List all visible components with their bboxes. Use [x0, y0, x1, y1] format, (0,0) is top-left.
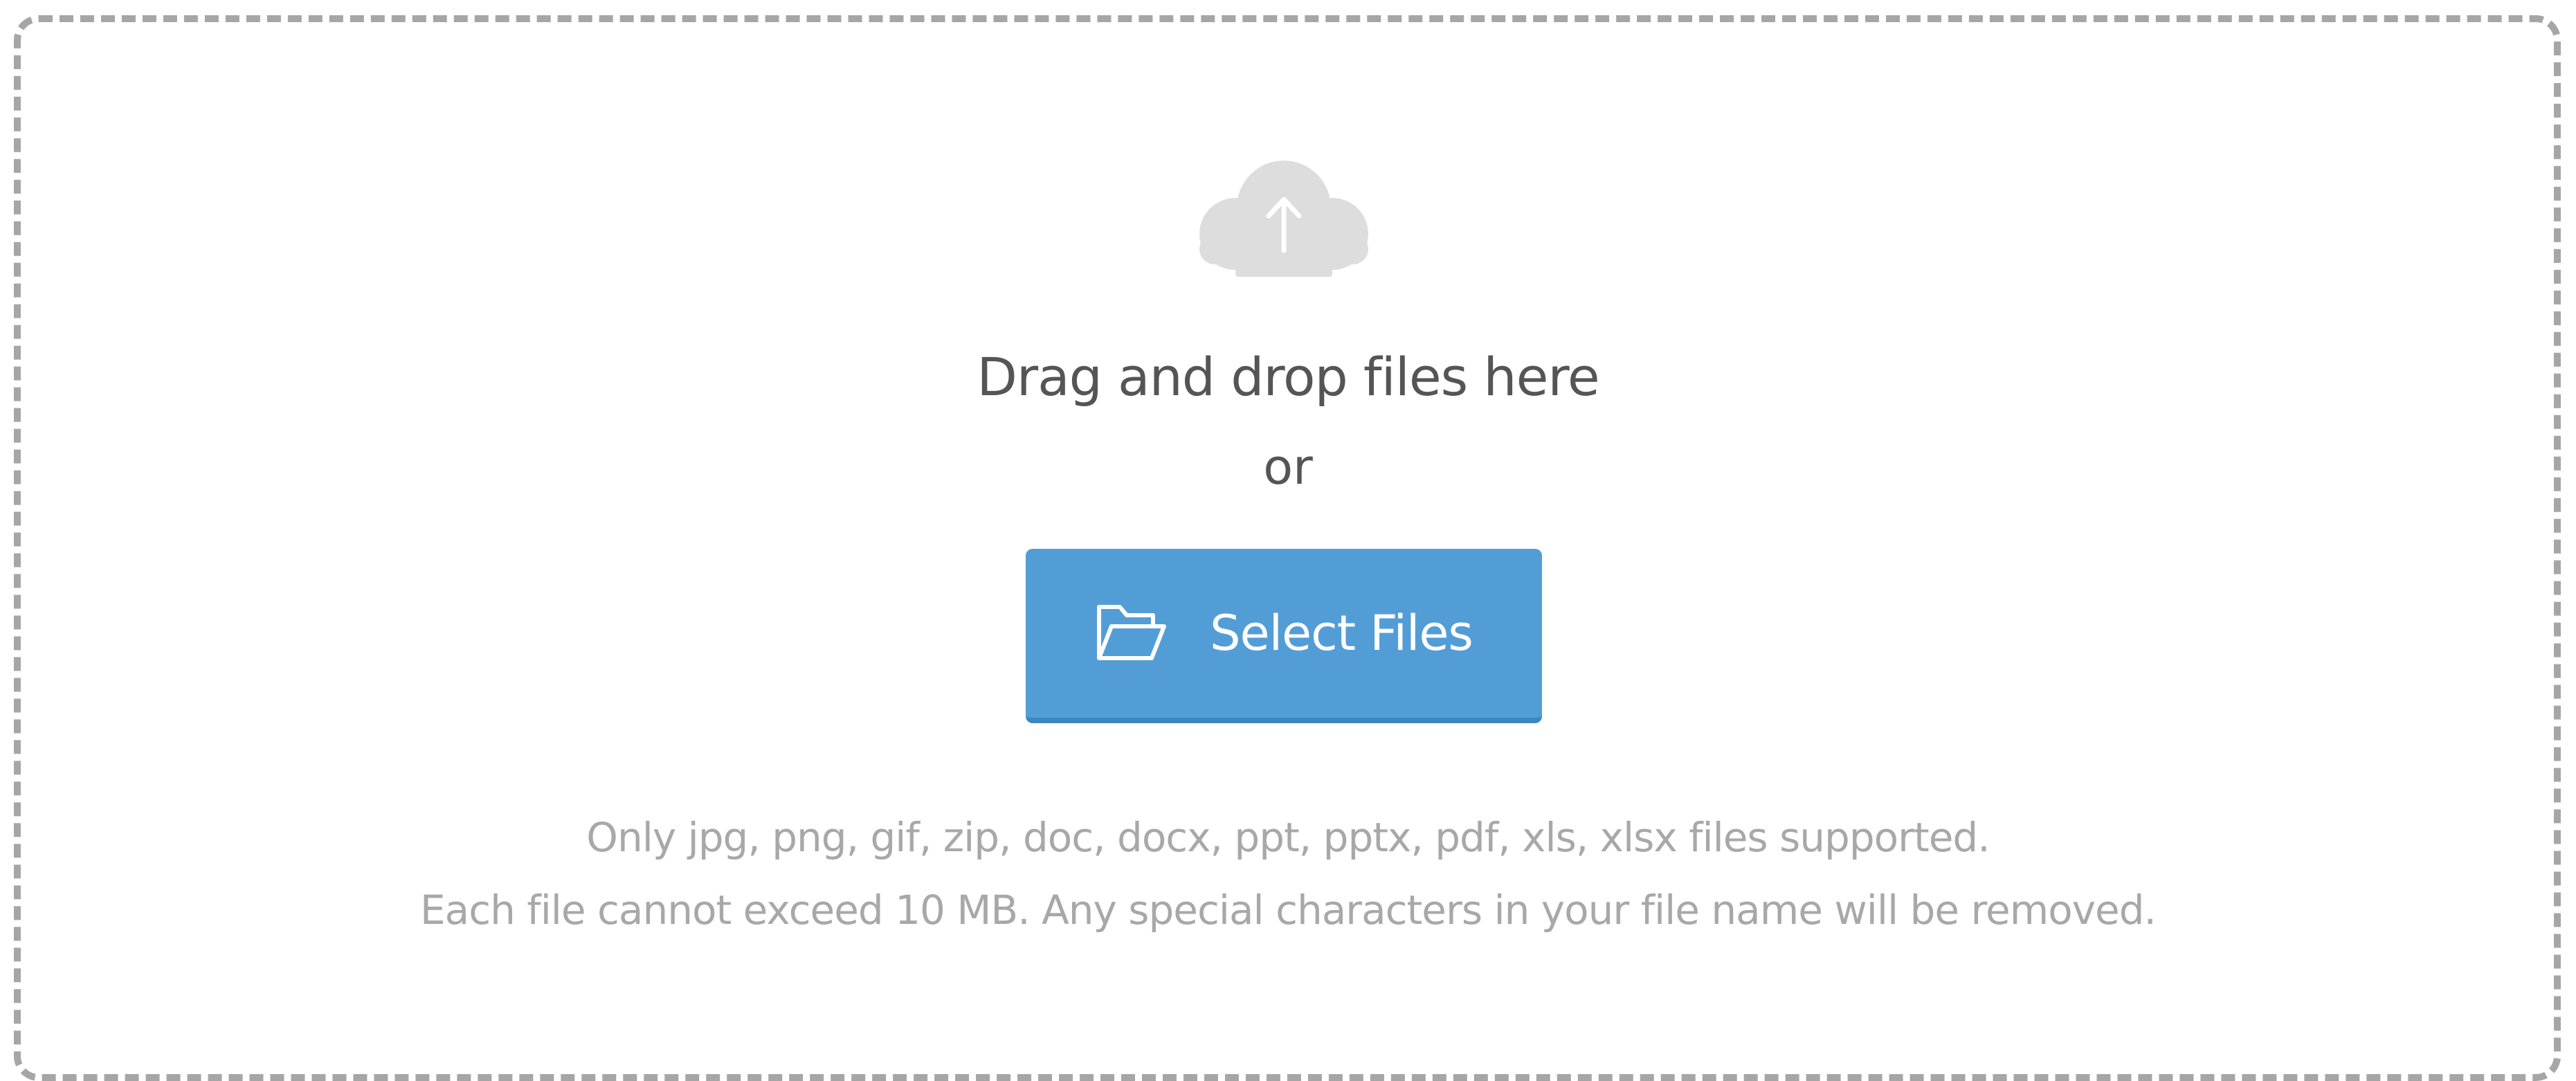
file-size-limit-text: Each file cannot exceed 10 MB. Any speci…: [420, 887, 2157, 934]
folder-open-icon: [1097, 605, 1167, 660]
supported-types-text: Only jpg, png, gif, zip, doc, docx, ppt,…: [586, 814, 1990, 861]
dropzone-headline: Drag and drop files here: [977, 346, 1599, 408]
select-files-button[interactable]: Select Files: [1026, 549, 1542, 723]
cloud-upload-icon: [1199, 161, 1368, 277]
or-separator-text: or: [1263, 439, 1313, 496]
select-files-label: Select Files: [1210, 605, 1473, 662]
